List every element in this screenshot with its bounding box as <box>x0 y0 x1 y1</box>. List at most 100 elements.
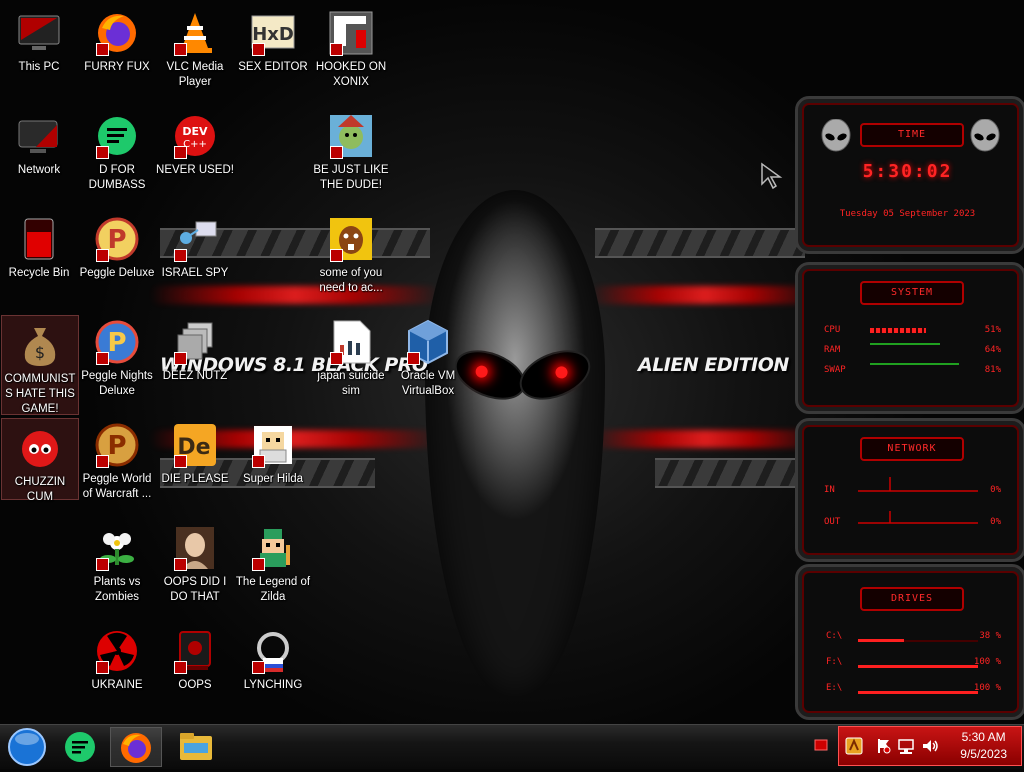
desktop-icon-network[interactable]: Network <box>0 107 78 203</box>
desktop-icon-never-used[interactable]: DEV C++ NEVER USED! <box>156 107 234 203</box>
gadget-title: DRIVES <box>860 587 964 611</box>
drive-c-usage-bar <box>858 639 904 642</box>
radiation-icon <box>94 628 140 674</box>
action-center-flag-icon[interactable] <box>875 738 891 754</box>
desktop-icon-oracle-vm-virtualbox[interactable]: Oracle VM VirtualBox <box>389 313 467 409</box>
network-status-icon[interactable] <box>897 738 915 754</box>
taskbar-app-firefox[interactable] <box>110 727 162 767</box>
desktop-icon-sex-editor[interactable]: HxD SEX EDITOR <box>234 4 312 100</box>
drives-gadget[interactable]: DRIVES C:\ 38 % F:\ 100 % E:\ 100 % <box>795 564 1024 720</box>
dark-app-icon <box>172 628 218 674</box>
shortcut-arrow-icon <box>252 661 265 674</box>
spotify-like-icon <box>94 113 140 159</box>
desktop-icon-the-legend-of-zilda[interactable]: The Legend of Zilda <box>234 519 312 615</box>
icon-label: VLC Media Player <box>166 61 224 88</box>
desktop-icon-d-for-dumbass[interactable]: D FOR DUMBASS <box>78 107 156 203</box>
taskbar-clock[interactable]: 5:30 AM 9/5/2023 <box>960 729 1007 763</box>
desktop-icon-vlc-media-player[interactable]: VLC Media Player <box>156 4 234 100</box>
desktop-icon-furry-fux[interactable]: FURRY FUX <box>78 4 156 100</box>
system-tray: 5:30 AM 9/5/2023 <box>838 726 1022 766</box>
icon-label: This PC <box>18 61 60 73</box>
taskbar-app-chat[interactable] <box>56 727 108 767</box>
shortcut-arrow-icon <box>174 455 187 468</box>
drive-row-value: 100 % <box>973 683 1001 693</box>
svg-text:P: P <box>107 225 126 255</box>
emblem-icon <box>250 628 296 674</box>
system-row-label: SWAP <box>824 365 846 375</box>
icon-label: Peggle World of Warcraft ... <box>82 473 152 500</box>
alien-head-logo <box>425 190 605 700</box>
desktop-icon-be-just-like-the-dude[interactable]: BE JUST LIKE THE DUDE! <box>312 107 390 203</box>
svg-text:DEV: DEV <box>182 125 208 138</box>
elf-character-icon <box>328 113 374 159</box>
desktop-icon-this-pc[interactable]: This PC <box>0 4 78 100</box>
drive-row-label: E:\ <box>826 683 843 693</box>
drive-f-usage-bar <box>858 665 978 668</box>
network-row-label: IN <box>824 485 835 495</box>
desktop-icon-oops-did-i-do-that[interactable]: OOPS DID I DO THAT <box>156 519 234 615</box>
shortcut-arrow-icon <box>96 249 109 262</box>
desktop-icon-chuzzin-cum[interactable]: CHUZZIN CUM <box>1 418 79 503</box>
pixel-character-icon <box>250 422 296 468</box>
alien-head-icon <box>821 119 851 152</box>
app-tray-icon[interactable] <box>845 737 863 755</box>
drive-row-label: C:\ <box>826 631 843 641</box>
drive-row-value: 38 % <box>979 631 1001 641</box>
gadget-title: SYSTEM <box>860 281 964 305</box>
system-gadget[interactable]: SYSTEM CPU 51% RAM 64% SWAP 81% <box>795 262 1024 414</box>
clock-date: 9/5/2023 <box>960 747 1007 761</box>
icon-label: Plants vs Zombies <box>93 576 141 603</box>
desktop-icon-lynching[interactable]: LYNCHING <box>234 622 312 718</box>
desktop-icon-ukraine[interactable]: UKRAINE <box>78 622 156 718</box>
desktop-icon-die-please[interactable]: De DIE PLEASE <box>156 416 234 512</box>
shortcut-arrow-icon <box>252 558 265 571</box>
desktop-icon-hooked-on-xonix[interactable]: HOOKED ON XONIX <box>312 4 390 100</box>
desktop-icon-peggle-world-of-warcraft[interactable]: P Peggle World of Warcraft ... <box>78 416 156 512</box>
icon-label: Peggle Nights Deluxe <box>81 370 153 397</box>
gadget-title: NETWORK <box>860 437 964 461</box>
shortcut-arrow-icon <box>174 661 187 674</box>
network-row-value: 0% <box>990 485 1001 495</box>
desktop-icon-peggle-nights-deluxe[interactable]: P Peggle Nights Deluxe <box>78 313 156 409</box>
peggle-nights-icon: P <box>94 319 140 365</box>
drive-row-label: F:\ <box>826 657 843 667</box>
shortcut-arrow-icon <box>174 146 187 159</box>
volume-icon[interactable] <box>921 738 939 754</box>
time-gadget[interactable]: TIME 5:30:02 Tuesday 05 September 2023 <box>795 96 1024 254</box>
alien-head-icon <box>970 119 1000 152</box>
taskbar-app-file-explorer[interactable] <box>170 727 222 767</box>
money-bag-icon: $ <box>17 322 63 368</box>
shortcut-arrow-icon <box>407 352 420 365</box>
shortcut-arrow-icon <box>96 43 109 56</box>
desktop-icon-some-of-you-need-to-ac[interactable]: some of you need to ac... <box>312 210 390 306</box>
virtualbox-cube-icon <box>405 319 451 365</box>
shortcut-arrow-icon <box>96 558 109 571</box>
icon-label: SEX EDITOR <box>238 61 308 73</box>
desktop-icon-communists-hate-this-game[interactable]: $ COMMUNISTS HATE THIS GAME! <box>1 315 79 415</box>
desktop-icon-plants-vs-zombies[interactable]: Plants vs Zombies <box>78 519 156 615</box>
icon-label: BE JUST LIKE THE DUDE! <box>313 164 389 191</box>
desktop-icon-japan-suicide-sim[interactable]: japan suicide sim <box>312 313 390 409</box>
network-gadget[interactable]: NETWORK IN 0% OUT 0% <box>795 418 1024 562</box>
shortcut-arrow-icon <box>330 249 343 262</box>
portrait-icon <box>172 525 218 571</box>
system-row-label: CPU <box>824 325 841 335</box>
desktop-icon-deez-nutz[interactable]: DEEZ NUTZ <box>156 313 234 409</box>
desktop-icon-super-hilda[interactable]: Super Hilda <box>234 416 312 512</box>
shortcut-arrow-icon <box>174 43 187 56</box>
desktop-icon-israel-spy[interactable]: ISRAEL SPY <box>156 210 234 306</box>
mouse-cursor-icon <box>761 162 783 190</box>
shortcut-arrow-icon <box>330 352 343 365</box>
show-hidden-icons-icon[interactable] <box>814 738 828 752</box>
shortcut-arrow-icon <box>96 352 109 365</box>
svg-text:HxD: HxD <box>252 24 294 45</box>
desktop-icon-peggle-deluxe[interactable]: P Peggle Deluxe <box>78 210 156 306</box>
xonix-game-icon <box>328 10 374 56</box>
start-button[interactable] <box>2 727 54 767</box>
icon-label: Super Hilda <box>242 473 304 485</box>
desktop-icon-recycle-bin[interactable]: Recycle Bin <box>0 210 78 306</box>
icon-label: FURRY FUX <box>84 61 150 73</box>
desktop-icon-oops[interactable]: OOPS <box>156 622 234 718</box>
gadget-date-display: Tuesday 05 September 2023 <box>839 209 976 219</box>
system-row-value: 64% <box>984 345 1001 355</box>
